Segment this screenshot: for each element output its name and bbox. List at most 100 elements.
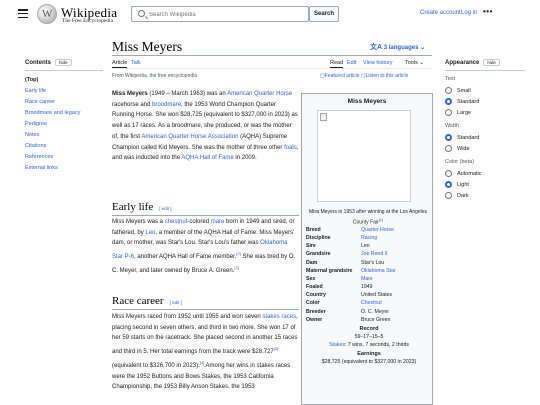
toc-hide-button[interactable]: hide xyxy=(55,59,72,66)
radio-button[interactable] xyxy=(445,192,452,199)
chestnut-link[interactable]: chestnut xyxy=(165,219,188,225)
infobox-key: Color xyxy=(306,300,320,307)
radio-button-selected[interactable] xyxy=(445,181,452,188)
radio-button[interactable] xyxy=(445,145,452,152)
infobox-key: Dam xyxy=(306,259,318,266)
main-menu-icon[interactable] xyxy=(18,9,28,19)
infobox-row: Sire Leo xyxy=(306,242,432,250)
languages-button[interactable]: 文A 3 languages ⌄ xyxy=(370,42,425,52)
citation-ref[interactable]: [3] xyxy=(274,346,278,351)
section-heading-race-career: Race career [ edit ] xyxy=(112,295,182,307)
infobox-value: O. C. Meyer xyxy=(361,308,389,315)
foals-link[interactable]: foals xyxy=(284,145,297,151)
infobox-value: Star's Lou xyxy=(361,259,385,266)
text-option-standard[interactable]: Standard xyxy=(445,96,525,107)
appearance-hide-button[interactable]: hide xyxy=(483,59,500,66)
option-label: Wide xyxy=(457,145,470,152)
title-divider xyxy=(112,55,432,56)
infobox-value[interactable]: Quarter Horse xyxy=(361,226,432,234)
radio-button[interactable] xyxy=(445,87,452,94)
infobox-value: United States xyxy=(361,292,393,299)
infobox-row: Sex Mare xyxy=(306,275,432,283)
citation-ref[interactable]: [1] xyxy=(379,217,383,222)
radio-button-selected[interactable] xyxy=(445,134,452,141)
text-size-label: Text xyxy=(445,76,456,82)
earnings-heading: Earnings xyxy=(357,350,381,357)
infobox-image-placeholder[interactable] xyxy=(317,110,411,202)
translate-icon: 文A xyxy=(370,44,383,51)
infobox-value[interactable]: Oklahoma Star xyxy=(361,267,432,275)
radio-button-selected[interactable] xyxy=(445,98,452,105)
toc-item-references[interactable]: References xyxy=(25,152,105,163)
infobox-value[interactable]: Joe Reed II xyxy=(361,250,432,258)
early-life-paragraph: Miss Meyers was a chestnut-colored mare … xyxy=(112,217,299,277)
text: (1949 – March 1963) was an xyxy=(147,91,228,97)
infobox-key: Grandsire xyxy=(306,251,331,258)
infobox-value: 1949 xyxy=(361,284,373,291)
infobox-row: Owner Bruce Green xyxy=(306,316,432,324)
toc-item-pedigree[interactable]: Pedigree xyxy=(25,119,105,130)
search-input[interactable] xyxy=(149,9,304,20)
color-option-dark[interactable]: Dark xyxy=(445,190,525,201)
wikipedia-globe-logo[interactable] xyxy=(37,4,57,24)
citation-ref[interactable]: [3] xyxy=(234,265,238,270)
toc-item-notes[interactable]: Notes xyxy=(25,130,105,141)
infobox-value[interactable]: Chestnut xyxy=(361,299,432,307)
broodmare-link[interactable]: broodmare xyxy=(152,102,181,108)
infobox-key: Country xyxy=(306,292,326,299)
intro-paragraph: Miss Meyers (1949 – March 1963) was an A… xyxy=(112,89,299,164)
tab-view-history[interactable]: View history xyxy=(363,60,393,66)
option-label: Standard xyxy=(457,134,480,141)
appearance-panel: Appearance hide Text Small Standard Large… xyxy=(445,59,525,201)
infobox-key: Maternal grandsire xyxy=(306,267,353,274)
create-account-link[interactable]: Create account xyxy=(420,10,461,16)
infobox-row: Grandsire Joe Reed II xyxy=(306,250,432,258)
edit-section-link[interactable]: [ edit ] xyxy=(170,300,182,305)
languages-label: 3 languages xyxy=(383,45,419,51)
width-option-wide[interactable]: Wide xyxy=(445,143,525,154)
toc-item-citations[interactable]: Citations xyxy=(25,141,105,152)
leo-link[interactable]: Leo xyxy=(145,230,155,236)
color-option-automatic[interactable]: Automatic xyxy=(445,168,525,179)
infobox-value[interactable]: Racing xyxy=(361,234,432,242)
tab-edit[interactable]: Edit xyxy=(347,60,356,66)
stakes-races-link[interactable]: stakes races xyxy=(262,314,296,320)
infobox-key: Breeder xyxy=(306,308,326,315)
section-divider xyxy=(112,215,299,216)
more-options-icon[interactable]: ••• xyxy=(483,7,493,16)
tab-talk[interactable]: Talk xyxy=(131,60,141,66)
mare-link[interactable]: mare xyxy=(211,219,225,225)
color-option-light[interactable]: Light xyxy=(445,179,525,190)
appearance-title: Appearance xyxy=(445,60,480,66)
tabs-divider xyxy=(112,68,432,69)
featured-article-link[interactable]: Featured article xyxy=(325,73,360,79)
toc-item-broodmare-and-legacy[interactable]: Broodmare and legacy xyxy=(25,108,105,119)
option-label: Dark xyxy=(457,192,469,199)
edit-section-link[interactable]: [ edit ] xyxy=(159,206,171,211)
toc-item-race-career[interactable]: Race career xyxy=(25,97,105,108)
toc-item-early-life[interactable]: Early life xyxy=(25,86,105,97)
toc-item-top[interactable]: (Top) xyxy=(25,75,105,86)
american-quarter-horse-link[interactable]: American Quarter Horse xyxy=(227,91,292,97)
toc-title: Contents xyxy=(25,60,51,66)
record-value: 59–17–15–5 xyxy=(354,333,384,340)
text-option-large[interactable]: Large xyxy=(445,107,525,118)
listen-article-link[interactable]: Listen to this article xyxy=(366,73,409,79)
radio-button[interactable] xyxy=(445,170,452,177)
radio-button[interactable] xyxy=(445,109,452,116)
aqha-link[interactable]: American Quarter Horse Association xyxy=(141,134,238,140)
tab-read[interactable]: Read xyxy=(330,60,344,68)
tools-menu[interactable]: Tools ⌄ xyxy=(405,60,424,66)
aqha-hall-of-fame-link[interactable]: AQHA Hall of Fame xyxy=(181,155,233,161)
toc-item-external-links[interactable]: External links xyxy=(25,163,105,174)
heading-text: Early life xyxy=(112,201,154,213)
text-option-small[interactable]: Small xyxy=(445,85,525,96)
tab-article[interactable]: Article xyxy=(112,60,128,68)
search-button[interactable]: Search xyxy=(309,6,339,22)
width-option-standard[interactable]: Standard xyxy=(445,132,525,143)
stakes-link[interactable]: Stakes xyxy=(329,342,345,348)
text: Miss Meyers raced from 1952 until 1955 a… xyxy=(112,314,263,320)
infobox-value[interactable]: Mare xyxy=(361,275,432,283)
race-career-paragraph: Miss Meyers raced from 1952 until 1955 a… xyxy=(112,312,299,393)
log-in-link[interactable]: Log in xyxy=(461,10,477,16)
